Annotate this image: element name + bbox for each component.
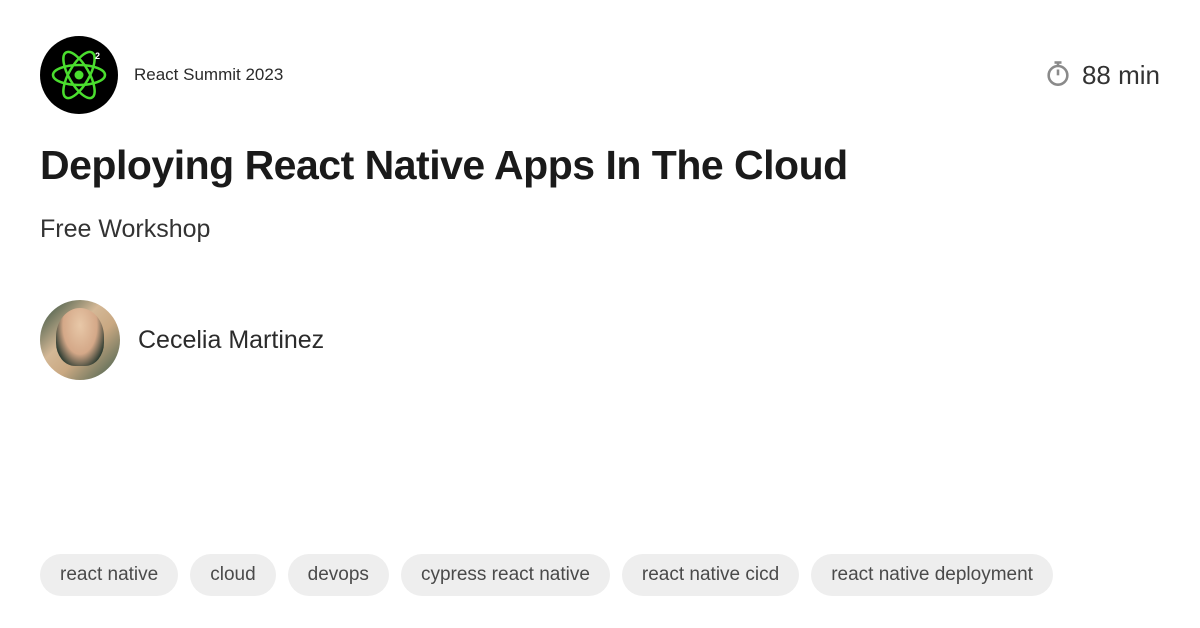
tag[interactable]: react native cicd bbox=[622, 554, 799, 596]
duration: 88 min bbox=[1044, 59, 1160, 92]
tag[interactable]: devops bbox=[288, 554, 389, 596]
header: 2 React Summit 2023 88 min bbox=[40, 36, 1160, 114]
stopwatch-icon bbox=[1044, 59, 1072, 92]
tag[interactable]: react native bbox=[40, 554, 178, 596]
tag[interactable]: react native deployment bbox=[811, 554, 1053, 596]
svg-text:2: 2 bbox=[95, 51, 100, 61]
header-left: 2 React Summit 2023 bbox=[40, 36, 283, 114]
page-title: Deploying React Native Apps In The Cloud bbox=[40, 142, 1160, 189]
speaker: Cecelia Martinez bbox=[40, 300, 1160, 380]
event-logo: 2 bbox=[40, 36, 118, 114]
event-name: React Summit 2023 bbox=[134, 65, 283, 85]
react-atom-icon: 2 bbox=[49, 45, 109, 105]
avatar bbox=[40, 300, 120, 380]
tag[interactable]: cloud bbox=[190, 554, 275, 596]
speaker-name: Cecelia Martinez bbox=[138, 326, 324, 355]
duration-text: 88 min bbox=[1082, 60, 1160, 91]
tags-container: react native cloud devops cypress react nat… bbox=[40, 554, 1053, 596]
tag[interactable]: cypress react native bbox=[401, 554, 610, 596]
subtitle: Free Workshop bbox=[40, 215, 1160, 244]
